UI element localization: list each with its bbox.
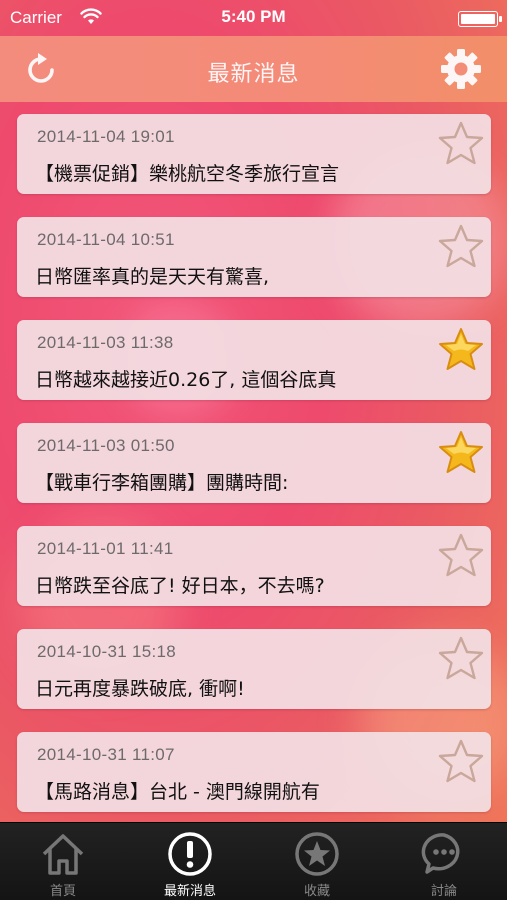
news-title: 【戰車行李箱團購】團購時間:: [35, 472, 289, 494]
news-title: 日元再度暴跌破底, 衝啊!: [35, 678, 245, 700]
tab-label: 討論: [430, 884, 457, 899]
news-date: 2014-11-01 11:41: [37, 539, 174, 558]
tab-label: 收藏: [303, 884, 330, 899]
exclamation-icon: [168, 832, 212, 876]
tab-label: 最新消息: [163, 884, 216, 899]
news-item[interactable]: 2014-11-04 19:01 【機票促銷】樂桃航空冬季旅行宣言: [17, 114, 491, 194]
news-title: 【機票促銷】樂桃航空冬季旅行宣言: [35, 163, 340, 185]
favorite-star-filled-icon[interactable]: [437, 326, 485, 372]
tab-home[interactable]: 首頁: [0, 823, 126, 900]
chat-icon: [421, 833, 460, 874]
news-date: 2014-10-31 15:18: [37, 642, 177, 661]
news-item[interactable]: 2014-11-04 10:51 日幣匯率真的是天天有驚喜,: [17, 217, 491, 297]
tab-favorites[interactable]: 收藏: [254, 823, 380, 900]
news-feed-list[interactable]: 2014-11-04 19:01 【機票促銷】樂桃航空冬季旅行宣言 2014-1…: [0, 102, 507, 822]
news-title: 日幣越來越接近0.26了, 這個谷底真: [35, 369, 337, 391]
news-title: 日幣跌至谷底了! 好日本，不去嗎?: [35, 575, 325, 597]
news-date: 2014-11-04 10:51: [37, 230, 175, 249]
status-bar: Carrier 5:40 PM: [0, 0, 507, 36]
news-date: 2014-11-03 01:50: [37, 436, 175, 455]
favorite-star-outline-icon[interactable]: [437, 223, 485, 269]
navigation-bar: 最新消息: [0, 36, 507, 102]
news-item[interactable]: 2014-10-31 11:07 【馬路消息】台北 - 澳門線開航有: [17, 732, 491, 812]
news-title: 【馬路消息】台北 - 澳門線開航有: [35, 781, 320, 803]
tab-label: 首頁: [49, 884, 76, 899]
news-title: 日幣匯率真的是天天有驚喜,: [35, 266, 270, 288]
star-icon: [295, 832, 339, 876]
news-date: 2014-11-03 11:38: [37, 333, 174, 352]
favorite-star-filled-icon[interactable]: [437, 429, 485, 475]
tab-latest-news[interactable]: 最新消息: [127, 823, 253, 900]
home-icon: [42, 834, 84, 875]
news-date: 2014-10-31 11:07: [37, 745, 175, 764]
battery-icon: [458, 11, 502, 27]
page-title: 最新消息: [207, 62, 300, 87]
favorite-star-outline-icon[interactable]: [437, 738, 485, 784]
news-item[interactable]: 2014-10-31 15:18 日元再度暴跌破底, 衝啊!: [17, 629, 491, 709]
favorite-star-outline-icon[interactable]: [437, 532, 485, 578]
favorite-star-outline-icon[interactable]: [437, 120, 485, 166]
favorite-star-outline-icon[interactable]: [437, 635, 485, 681]
tab-discussion[interactable]: 討論: [381, 823, 507, 900]
settings-gear-button[interactable]: [440, 48, 482, 90]
news-item[interactable]: 2014-11-03 11:38 日幣越來越接近0.26了, 這個谷底真: [17, 320, 491, 400]
news-date: 2014-11-04 19:01: [37, 127, 175, 146]
status-time: 5:40 PM: [221, 7, 286, 26]
news-item[interactable]: 2014-11-03 01:50 【戰車行李箱團購】團購時間:: [17, 423, 491, 503]
news-item[interactable]: 2014-11-01 11:41 日幣跌至谷底了! 好日本，不去嗎?: [17, 526, 491, 606]
tab-bar: 首頁 最新消息 收藏 討論: [0, 822, 507, 900]
